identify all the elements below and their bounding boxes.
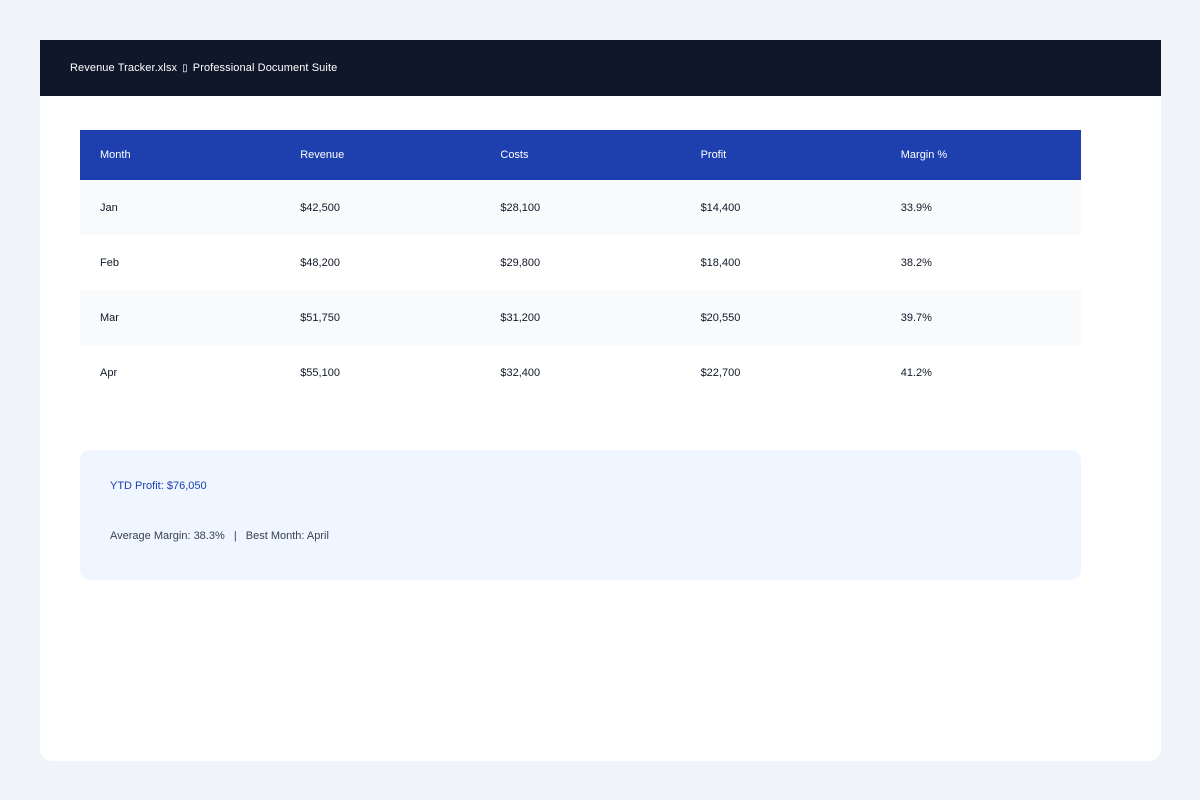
table-cell[interactable]: 38.2% xyxy=(880,235,1081,290)
table-cell[interactable]: Jan xyxy=(80,180,281,235)
app-name: Professional Document Suite xyxy=(192,62,338,74)
table-cell[interactable]: $31,200 xyxy=(480,290,681,345)
table-cell[interactable]: $29,800 xyxy=(480,235,681,290)
title-bar: Revenue Tracker.xlsx ▯ Professional Docu… xyxy=(40,40,1161,96)
table-cell[interactable]: $20,550 xyxy=(680,290,881,345)
table-cell[interactable]: $22,700 xyxy=(680,345,881,400)
title-separator-icon: ▯ xyxy=(182,62,188,74)
table-row: Mar $51,750 $31,200 $20,550 39.7% xyxy=(80,290,1081,345)
stats-divider: | xyxy=(233,530,237,542)
table-cell[interactable]: $51,750 xyxy=(280,290,481,345)
best-month: Best Month: April xyxy=(245,530,329,542)
table-row: Jan $42,500 $28,100 $14,400 33.9% xyxy=(80,180,1081,235)
table-cell[interactable]: $18,400 xyxy=(680,235,881,290)
column-header-profit[interactable]: Profit xyxy=(680,130,881,180)
table-header-row: Month Revenue Costs Profit Margin % xyxy=(80,130,1081,180)
table-cell[interactable]: $14,400 xyxy=(680,180,881,235)
summary-stats: Average Margin: 38.3% | Best Month: Apri… xyxy=(110,530,329,542)
table-cell[interactable]: 39.7% xyxy=(880,290,1081,345)
column-header-costs[interactable]: Costs xyxy=(480,130,681,180)
table-cell[interactable]: $42,500 xyxy=(280,180,481,235)
revenue-table: Month Revenue Costs Profit Margin % Jan … xyxy=(80,130,1081,400)
table-cell[interactable]: $48,200 xyxy=(280,235,481,290)
summary-panel: YTD Profit: $76,050 Average Margin: 38.3… xyxy=(80,450,1081,580)
app-window: Revenue Tracker.xlsx ▯ Professional Docu… xyxy=(40,40,1161,761)
column-header-revenue[interactable]: Revenue xyxy=(280,130,481,180)
ytd-profit: YTD Profit: $76,050 xyxy=(110,480,207,492)
table-cell[interactable]: $28,100 xyxy=(480,180,681,235)
table-cell[interactable]: 41.2% xyxy=(880,345,1081,400)
table-cell[interactable]: $32,400 xyxy=(480,345,681,400)
table-cell[interactable]: 33.9% xyxy=(880,180,1081,235)
table-cell[interactable]: Feb xyxy=(80,235,281,290)
table-cell[interactable]: Mar xyxy=(80,290,281,345)
table-cell[interactable]: Apr xyxy=(80,345,281,400)
column-header-month[interactable]: Month xyxy=(80,130,281,180)
document-filename: Revenue Tracker.xlsx xyxy=(70,62,178,74)
table-cell[interactable]: $55,100 xyxy=(280,345,481,400)
table-row: Apr $55,100 $32,400 $22,700 41.2% xyxy=(80,345,1081,400)
column-header-margin[interactable]: Margin % xyxy=(880,130,1081,180)
table-row: Feb $48,200 $29,800 $18,400 38.2% xyxy=(80,235,1081,290)
average-margin: Average Margin: 38.3% xyxy=(110,530,225,542)
